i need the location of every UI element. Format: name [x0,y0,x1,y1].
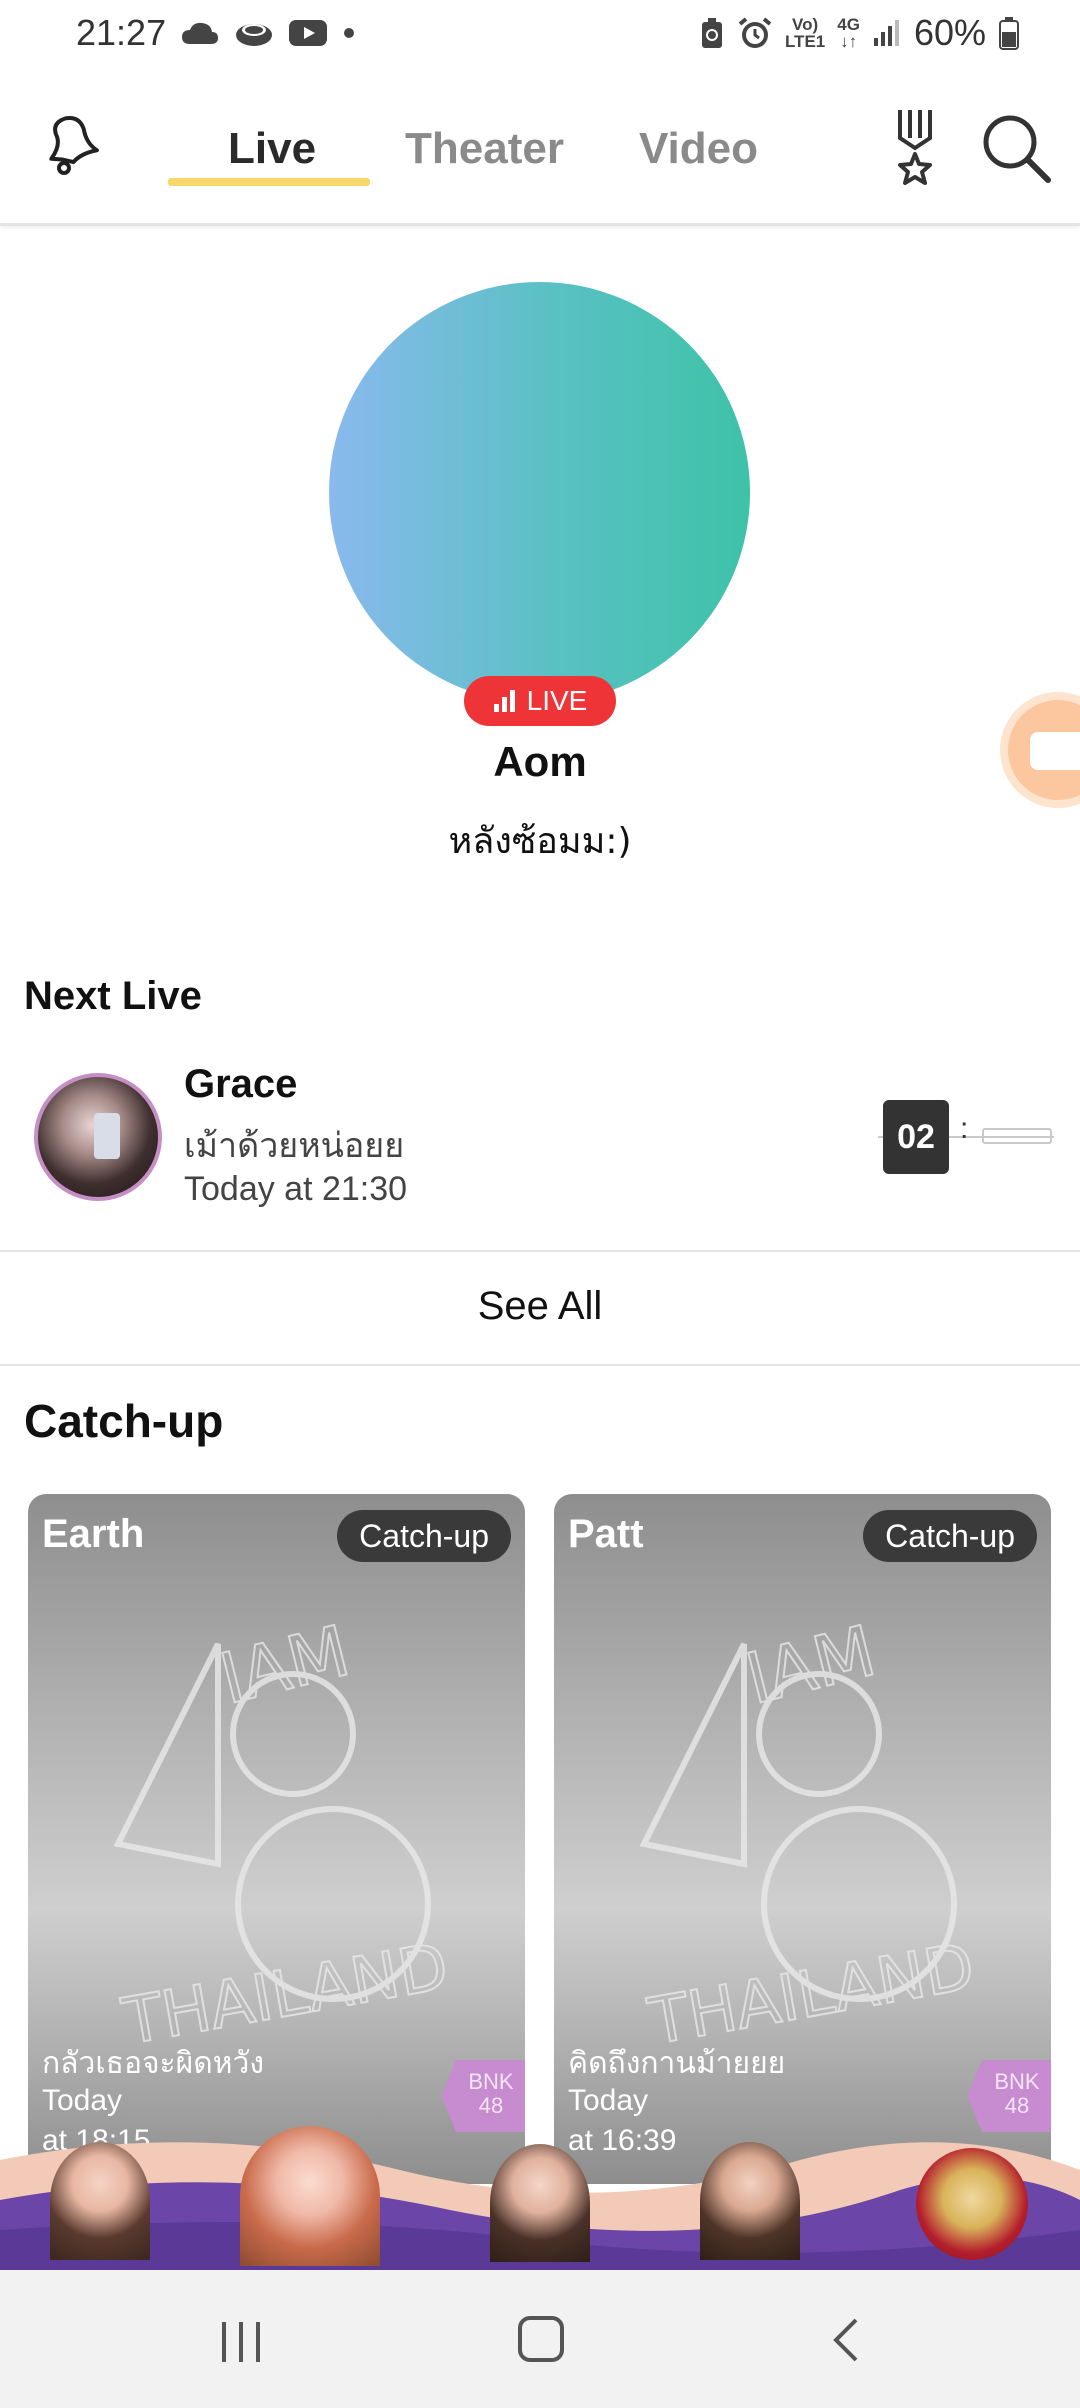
status-bar: 21:27 Vo) LTE1 4G ↓↑ 60% [0,0,1080,66]
tab-video[interactable]: Video [639,124,758,174]
countdown-colon: : [960,1112,969,1145]
card-date: Today [568,2084,649,2117]
medal-icon[interactable] [890,108,940,188]
bell-icon[interactable] [38,112,104,178]
next-live-caption: เม้าด้วยหน่อยย [184,1126,405,1166]
banner-member-avatar [490,2144,590,2262]
status-time: 21:27 [76,12,167,53]
catch-up-badge: Catch-up [337,1510,511,1562]
svg-text:IAM: IAM [738,1610,883,1721]
card-date: Today [42,2084,123,2117]
back-icon[interactable] [828,2318,868,2362]
dot-icon [342,26,356,40]
next-live-time: Today at 21:30 [184,1170,408,1208]
active-tab-indicator [168,178,370,186]
catch-up-badge: Catch-up [863,1510,1037,1562]
decorative-member-banner[interactable] [0,2120,1080,2270]
card-caption: กลัวเธอจะผิดหวัง [42,2046,264,2081]
signal-icon [872,18,902,48]
banner-member-avatar [240,2126,380,2266]
camera-icon [1030,732,1080,770]
tab-live[interactable]: Live [228,124,316,174]
battery-saver-icon [699,16,725,50]
see-all-button[interactable]: See All [0,1284,1080,1329]
card-caption: คิดถึงกานม้ายยย [568,2046,786,2081]
live-member-name[interactable]: Aom [0,738,1080,786]
iam48-watermark-icon: IAM THAILAND [639,1609,981,2061]
iam48-watermark-icon: IAM THAILAND [113,1609,455,2061]
live-bars-icon [493,690,515,712]
battery-icon [998,16,1020,50]
network-bottom-label: LTE1 [784,32,826,51]
recents-icon[interactable] [218,2320,264,2364]
volte-icon: Vo) LTE1 [785,16,825,50]
svg-text:IAM: IAM [212,1610,357,1721]
live-badge: LIVE [464,676,616,726]
countdown-minutes [982,1128,1052,1144]
live-badge-label: LIVE [526,685,588,716]
tab-theater[interactable]: Theater [405,124,564,174]
next-live-avatar[interactable] [34,1073,162,1201]
banner-member-avatar [916,2148,1028,2260]
live-member-avatar[interactable] [329,282,750,703]
system-navigation-bar [0,2270,1080,2408]
countdown-hours: 02 [883,1100,949,1174]
next-live-name[interactable]: Grace [184,1062,297,1107]
divider [0,1364,1080,1366]
banner-member-avatar [50,2142,150,2260]
network-gen-label: 4G [837,15,860,34]
search-icon[interactable] [980,112,1052,184]
live-caption: หลังซ้อมม:) [448,821,632,862]
cloud-sync-icon [234,18,274,48]
card-member-name: Patt [568,1512,644,1556]
card-member-name: Earth [42,1512,145,1556]
alarm-icon [737,16,773,50]
banner-member-avatar [700,2142,800,2260]
top-navigation: Live Theater Video [0,66,1080,226]
catch-up-title: Catch-up [24,1395,224,1447]
catch-up-card[interactable]: IAM THAILAND Earth Catch-up กลัวเธอจะผิด… [28,1494,525,2184]
catch-up-card[interactable]: IAM THAILAND Patt Catch-up คิดถึงกานม้าย… [554,1494,1051,2184]
next-live-title: Next Live [24,974,202,1018]
divider [0,1250,1080,1252]
data-4g-icon: 4G ↓↑ [837,15,860,51]
battery-percent: 60% [913,12,986,53]
home-icon[interactable] [518,2316,564,2362]
cloud-icon [180,20,220,46]
youtube-icon [288,18,328,48]
